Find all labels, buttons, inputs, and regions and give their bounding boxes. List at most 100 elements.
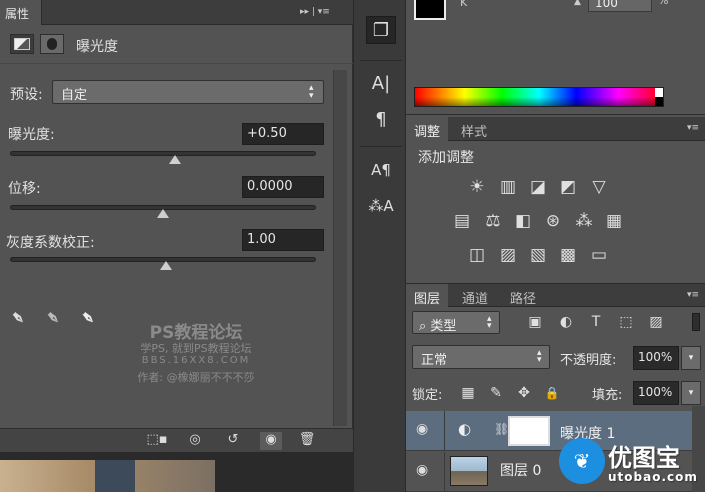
paragraph-styles-dock-button[interactable]: ⁂A <box>366 192 396 220</box>
character-styles-dock-button[interactable]: A¶ <box>366 156 396 184</box>
exposure-slider-track[interactable] <box>10 151 316 156</box>
opacity-field[interactable]: 100% <box>633 346 679 370</box>
link-icon[interactable]: ⛓ <box>494 422 509 436</box>
layer-thumbnail[interactable] <box>450 456 488 486</box>
tab-properties[interactable]: 属性 <box>0 0 42 25</box>
tab-paths[interactable]: 路径 <box>502 284 544 308</box>
gamma-label: 灰度系数校正: <box>6 235 95 251</box>
logo-url: utobao.com <box>608 470 698 484</box>
color-balance-icon[interactable]: ⚖ <box>482 211 504 231</box>
gamma-field[interactable]: 1.00 <box>242 229 324 251</box>
channel-mixer-icon[interactable]: ⁂ <box>573 211 595 231</box>
hue-saturation-icon[interactable]: ▤ <box>451 211 473 231</box>
exposure-slider-thumb[interactable] <box>169 155 182 164</box>
tab-layers[interactable]: 图层 <box>406 284 449 308</box>
threshold-icon[interactable]: ▧ <box>527 245 549 265</box>
panel-dock: ❐ A| ¶ A¶ ⁂A <box>353 0 406 492</box>
spectrum-white[interactable] <box>655 88 663 97</box>
panel-menu-icon[interactable]: ▾≡ <box>687 290 699 300</box>
black-white-icon[interactable]: ◧ <box>512 211 534 231</box>
reset-icon[interactable]: ↺ <box>222 432 244 450</box>
filter-toggle[interactable] <box>692 313 700 331</box>
color-lookup-icon[interactable]: ▦ <box>603 211 625 231</box>
gamma-slider-thumb[interactable] <box>160 261 173 270</box>
shape-filter-icon[interactable]: ⬚ <box>615 312 637 332</box>
visibility-icon[interactable]: ◉ <box>260 432 282 450</box>
photo-filter-icon[interactable]: ⊛ <box>542 211 564 231</box>
preset-value: 自定 <box>61 88 88 103</box>
opacity-chevron-icon[interactable]: ▾ <box>681 346 701 370</box>
adjustment-icon[interactable] <box>10 34 34 54</box>
offset-field[interactable]: 0.0000 <box>242 176 324 198</box>
brightness-contrast-icon[interactable]: ☀ <box>466 177 488 197</box>
adjustments-tab-bar: 调整 样式 ▾≡ <box>406 117 705 141</box>
layer-name[interactable]: 图层 0 <box>500 460 541 480</box>
adjustment-name: 曝光度 <box>76 39 118 55</box>
row-divider <box>444 452 445 492</box>
trash-icon[interactable]: 🗑 <box>296 432 318 450</box>
fill-chevron-icon[interactable]: ▾ <box>681 381 701 405</box>
watermark-url: BBS.16XX8.COM <box>141 355 251 366</box>
properties-dock-button[interactable]: ❐ <box>366 16 396 44</box>
adjustment-filter-icon[interactable]: ◐ <box>555 312 577 332</box>
channel-label: K <box>460 0 468 9</box>
eyedropper-gray-icon[interactable]: ✒ <box>40 306 66 332</box>
adjustment-layer-icon: ◐ <box>458 420 472 438</box>
layer-filter-select[interactable]: ⌕ 类型 ▴ ▾ <box>412 311 500 334</box>
spectrum-shading <box>415 88 663 106</box>
preset-label: 预设: <box>10 87 43 103</box>
type-filter-icon[interactable]: T <box>585 312 607 332</box>
eyedropper-black-icon[interactable]: ✒ <box>5 306 31 332</box>
k-unit: % <box>658 0 669 7</box>
slider-marker-icon[interactable]: ▲ <box>574 0 581 7</box>
properties-panel: 属性 ▸▸ | ▾≡ 曝光度 预设: 自定 ▴ ▾ 曝光度: +0.50 位移:… <box>0 0 353 452</box>
tab-channels[interactable]: 通道 <box>454 284 496 308</box>
smart-object-filter-icon[interactable]: ▨ <box>645 312 667 332</box>
exposure-icon[interactable]: ◩ <box>557 177 579 197</box>
fill-field[interactable]: 100% <box>633 381 679 405</box>
lock-label: 锁定: <box>412 388 443 403</box>
blend-mode-value: 正常 <box>421 353 448 368</box>
properties-tab-bar: 属性 ▸▸ | ▾≡ <box>0 0 353 25</box>
exposure-label: 曝光度: <box>8 127 55 143</box>
view-previous-icon[interactable]: ◎ <box>184 432 206 450</box>
add-adjustment-title: 添加调整 <box>418 150 474 166</box>
pixel-filter-icon[interactable]: ▣ <box>524 312 546 332</box>
k-value-field[interactable]: 100 <box>588 0 652 12</box>
foreground-swatch[interactable] <box>414 0 446 20</box>
curves-icon[interactable]: ◪ <box>527 177 549 197</box>
eye-icon[interactable]: ◉ <box>416 421 428 437</box>
properties-scrollbar[interactable] <box>333 70 347 426</box>
tab-adjustments[interactable]: 调整 <box>406 117 449 141</box>
panel-menu-icon[interactable]: ▸▸ | ▾≡ <box>300 7 330 17</box>
lock-all-icon[interactable]: 🔒 <box>541 383 563 403</box>
layer-mask-thumbnail[interactable] <box>508 416 550 446</box>
preset-select[interactable]: 自定 ▴ ▾ <box>52 80 324 104</box>
spectrum-black[interactable] <box>655 97 663 106</box>
search-icon: ⌕ <box>419 319 427 334</box>
exposure-field[interactable]: +0.50 <box>242 123 324 145</box>
lock-position-icon[interactable]: ✥ <box>513 383 535 403</box>
invert-icon[interactable]: ◫ <box>466 245 488 265</box>
vibrance-icon[interactable]: ▽ <box>588 177 610 197</box>
blend-mode-select[interactable]: 正常 ▴ ▾ <box>412 345 550 369</box>
watermark-line: 学PS, 就到PS教程论坛 <box>140 342 252 355</box>
levels-icon[interactable]: ▥ <box>497 177 519 197</box>
clip-to-layer-icon[interactable]: ⬚▪ <box>146 432 168 450</box>
panel-menu-icon[interactable]: ▾≡ <box>687 123 699 133</box>
offset-label: 位移: <box>8 181 41 197</box>
site-logo-icon: ❦ <box>559 438 605 484</box>
logo-name: 优图宝 <box>608 444 680 472</box>
mask-icon[interactable] <box>40 34 64 54</box>
watermark-author: 作者: @橡娜丽不不不莎 <box>137 371 255 384</box>
selective-color-icon[interactable]: ▩ <box>557 245 579 265</box>
offset-slider-thumb[interactable] <box>157 209 169 218</box>
character-dock-button[interactable]: A| <box>366 70 396 98</box>
lock-transparent-icon[interactable]: ▦ <box>457 383 479 403</box>
tab-styles[interactable]: 样式 <box>453 117 495 141</box>
posterize-icon[interactable]: ▨ <box>497 245 519 265</box>
paragraph-dock-button[interactable]: ¶ <box>366 106 396 134</box>
gradient-map-icon[interactable]: ▭ <box>588 245 610 265</box>
lock-image-icon[interactable]: ✎ <box>485 383 507 403</box>
eye-icon[interactable]: ◉ <box>416 462 428 478</box>
